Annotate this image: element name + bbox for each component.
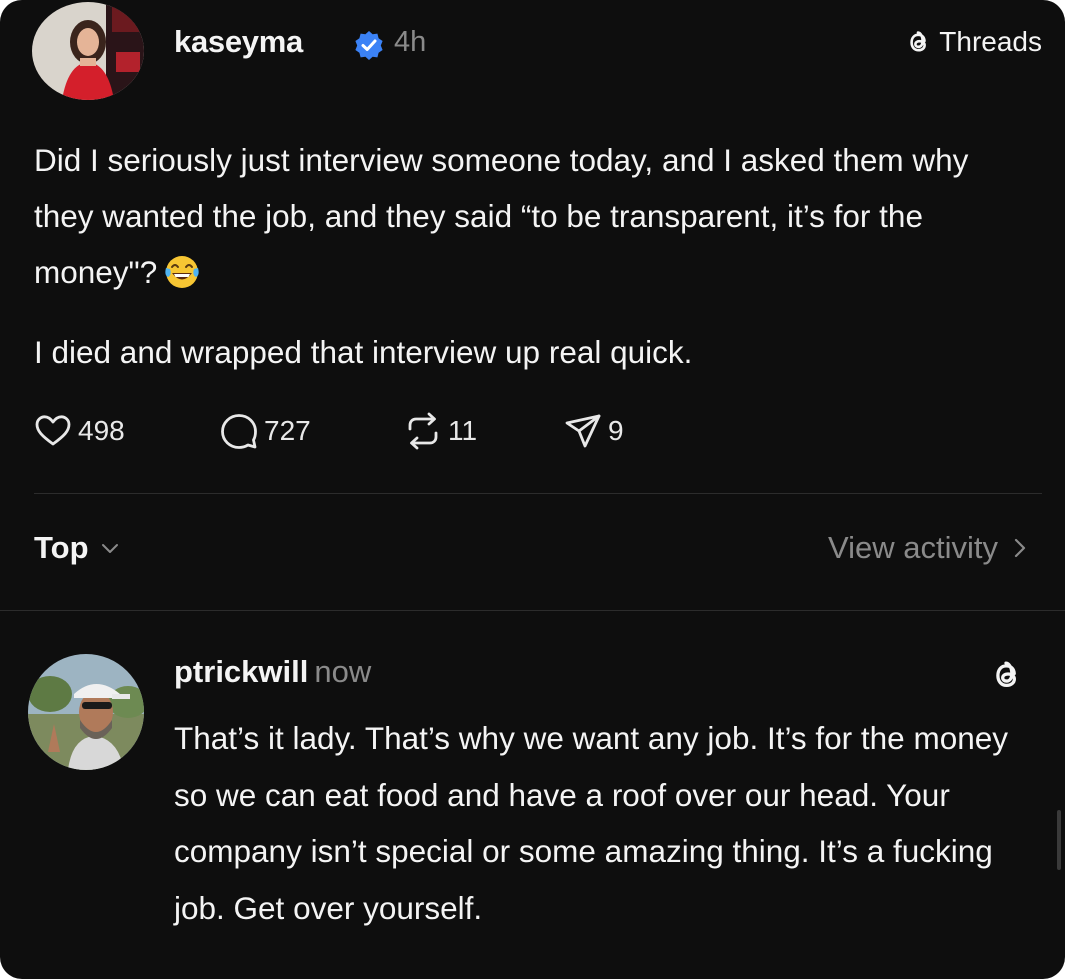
- replies-sort-bar: Top View activity: [34, 530, 1030, 580]
- threads-screenshot: kaseyma 4h Threads Did I seriously just …: [0, 0, 1065, 979]
- reply-avatar-image: [28, 654, 144, 770]
- post-paragraph-1: Did I seriously just interview someone t…: [34, 132, 1034, 300]
- reply-header: ptrickwill now: [174, 654, 371, 690]
- reply-author-avatar[interactable]: [28, 654, 144, 770]
- reply-timestamp: now: [314, 654, 372, 689]
- verified-badge-icon: [355, 31, 383, 60]
- scrollbar[interactable]: [1057, 810, 1061, 870]
- reply-count: 727: [264, 415, 311, 446]
- threads-brand-label: Threads: [939, 26, 1042, 57]
- comment-icon: [221, 414, 257, 449]
- tears-of-joy-emoji-icon: [165, 256, 199, 288]
- heart-icon: [35, 415, 71, 446]
- share-icon: [565, 414, 601, 448]
- share-button[interactable]: 9: [564, 412, 624, 450]
- post-timestamp: 4h: [394, 26, 427, 58]
- repost-count: 11: [448, 415, 478, 446]
- section-divider: [0, 610, 1065, 611]
- like-count: 498: [78, 415, 125, 446]
- threads-logo-icon: [910, 31, 927, 52]
- threads-brand-badge[interactable]: Threads: [903, 26, 1042, 58]
- post-body: Did I seriously just interview someone t…: [34, 132, 1034, 380]
- author-avatar-image: [32, 2, 144, 100]
- threads-logo-icon[interactable]: [987, 656, 1025, 694]
- reply-text: That’s it lady. That’s why we want any j…: [174, 720, 1008, 926]
- sort-dropdown[interactable]: Top: [34, 530, 121, 566]
- author-avatar[interactable]: [32, 2, 144, 100]
- like-button[interactable]: 498: [34, 412, 125, 450]
- reply-body: That’s it lady. That’s why we want any j…: [174, 710, 1044, 936]
- sort-label: Top: [34, 530, 89, 565]
- chevron-right-icon: [1014, 538, 1026, 558]
- author-username[interactable]: kaseyma: [174, 24, 303, 60]
- view-activity-label: View activity: [828, 530, 998, 565]
- post-header: kaseyma 4h Threads: [32, 2, 1042, 102]
- post-divider: [34, 493, 1042, 494]
- repost-icon: [408, 412, 438, 450]
- repost-button[interactable]: 11: [404, 412, 477, 450]
- reply-username[interactable]: ptrickwill: [174, 654, 308, 689]
- post-action-bar: 498 727 11 9: [34, 412, 734, 456]
- post-paragraph-2: I died and wrapped that interview up rea…: [34, 334, 693, 370]
- reply-button[interactable]: 727: [220, 412, 311, 450]
- chevron-down-icon: [101, 544, 118, 553]
- view-activity-link[interactable]: View activity: [828, 530, 1030, 566]
- share-count: 9: [608, 415, 624, 446]
